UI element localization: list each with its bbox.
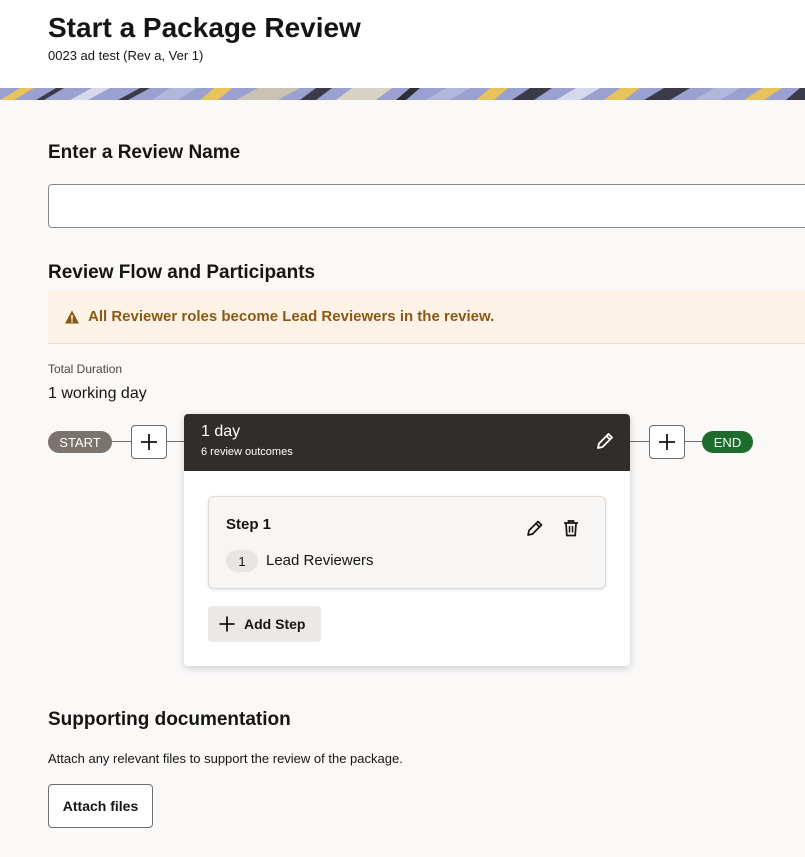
warning-text: All Reviewer roles become Lead Reviewers…	[88, 308, 495, 325]
edit-stage-pencil-icon[interactable]	[594, 430, 616, 452]
flow-connector	[167, 441, 184, 442]
add-stage-after-button[interactable]	[649, 425, 685, 459]
end-pill: END	[702, 431, 753, 453]
plus-icon	[141, 434, 157, 450]
add-step-button[interactable]: Add Step	[208, 606, 321, 642]
start-pill: START	[48, 431, 112, 453]
review-name-input[interactable]	[48, 184, 805, 228]
flow-connector	[112, 441, 131, 442]
attach-files-button[interactable]: Attach files	[48, 784, 153, 828]
page-subtitle: 0023 ad test (Rev a, Ver 1)	[48, 48, 204, 63]
edit-step-pencil-icon[interactable]	[525, 518, 545, 538]
supporting-docs-description: Attach any relevant files to support the…	[48, 751, 403, 766]
step-title: Step 1	[226, 516, 272, 533]
review-flow-heading: Review Flow and Participants	[48, 262, 316, 283]
total-duration-value: 1 working day	[48, 385, 147, 402]
decorative-banner	[0, 88, 805, 100]
stage-card: 1 day 6 review outcomes Step 1 1 Lead Re…	[184, 414, 630, 666]
add-step-label: Add Step	[244, 616, 306, 632]
page-header: Start a Package Review 0023 ad test (Rev…	[0, 0, 805, 88]
add-stage-before-button[interactable]	[131, 425, 167, 459]
reviewer-count-badge: 1	[226, 550, 258, 572]
step-card: Step 1 1 Lead Reviewers	[208, 496, 606, 589]
review-name-heading: Enter a Review Name	[48, 142, 241, 163]
flow-connector	[685, 441, 702, 442]
stage-outcomes: 6 review outcomes	[201, 446, 293, 458]
total-duration-label: Total Duration	[48, 362, 123, 376]
page-title: Start a Package Review	[48, 12, 361, 43]
step-role: Lead Reviewers	[266, 552, 374, 569]
stage-duration: 1 day	[201, 423, 241, 440]
plus-icon	[219, 616, 235, 632]
plus-icon	[659, 434, 675, 450]
delete-step-trash-icon[interactable]	[561, 518, 581, 538]
warning-banner: All Reviewer roles become Lead Reviewers…	[48, 290, 805, 344]
supporting-docs-heading: Supporting documentation	[48, 709, 291, 730]
stage-header: 1 day 6 review outcomes	[184, 414, 630, 471]
flow-connector	[630, 441, 649, 442]
warning-icon	[65, 310, 79, 323]
